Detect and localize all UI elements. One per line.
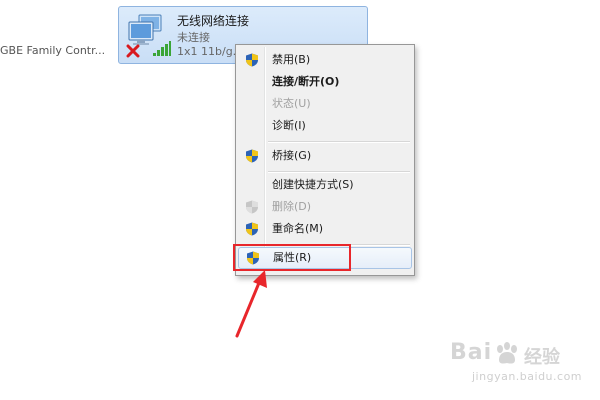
red-arrow-icon	[235, 270, 267, 338]
menu-item-connect-disconnect[interactable]: 连接/断开(O)	[238, 71, 412, 93]
adapter-name: 无线网络连接	[177, 14, 250, 28]
menu-item-label: 删除(D)	[272, 200, 312, 213]
menu-item-label: 创建快捷方式(S)	[272, 178, 354, 191]
menu-separator	[268, 141, 410, 143]
watermark-url: jingyan.baidu.com	[472, 370, 583, 383]
adapter-status: 未连接	[177, 31, 210, 44]
wireless-network-adapter-icon	[126, 14, 171, 58]
red-x-icon	[126, 44, 140, 58]
menu-item-bridge[interactable]: 桥接(G)	[238, 145, 412, 167]
menu-item-label: 诊断(I)	[272, 119, 306, 132]
watermark-brand: Bai	[450, 340, 493, 365]
menu-item-label: 重命名(M)	[272, 222, 324, 235]
menu-item-label: 状态(U)	[272, 97, 311, 110]
uac-shield-icon	[246, 53, 258, 67]
baidu-paw-icon	[497, 342, 517, 364]
uac-shield-icon	[246, 200, 258, 214]
menu-item-label: 桥接(G)	[272, 149, 312, 162]
menu-item-label: 连接/断开(O)	[272, 75, 340, 88]
signal-bars-icon	[153, 41, 171, 56]
menu-item-diagnose[interactable]: 诊断(I)	[238, 115, 412, 137]
adapter-device: 1x1 11b/g...	[177, 45, 244, 58]
menu-item-create-shortcut[interactable]: 创建快捷方式(S)	[238, 174, 412, 196]
menu-item-label: 禁用(B)	[272, 53, 311, 66]
menu-separator	[268, 171, 410, 173]
menu-item-rename[interactable]: 重命名(M)	[238, 218, 412, 240]
menu-item-status[interactable]: 状态(U)	[238, 93, 412, 115]
ethernet-adapter-label[interactable]: GBE Family Contr...	[0, 44, 105, 57]
menu-item-disable[interactable]: 禁用(B)	[238, 49, 412, 71]
context-menu: 禁用(B) 连接/断开(O) 状态(U) 诊断(I) 桥接(G) 创建快捷方式(…	[235, 44, 415, 276]
uac-shield-icon	[246, 222, 258, 236]
watermark: Bai 经验 jingyan.baidu.com	[444, 340, 594, 390]
menu-item-delete[interactable]: 删除(D)	[238, 196, 412, 218]
watermark-suffix: 经验	[524, 347, 560, 368]
uac-shield-icon	[246, 149, 258, 163]
highlight-box	[233, 244, 351, 271]
